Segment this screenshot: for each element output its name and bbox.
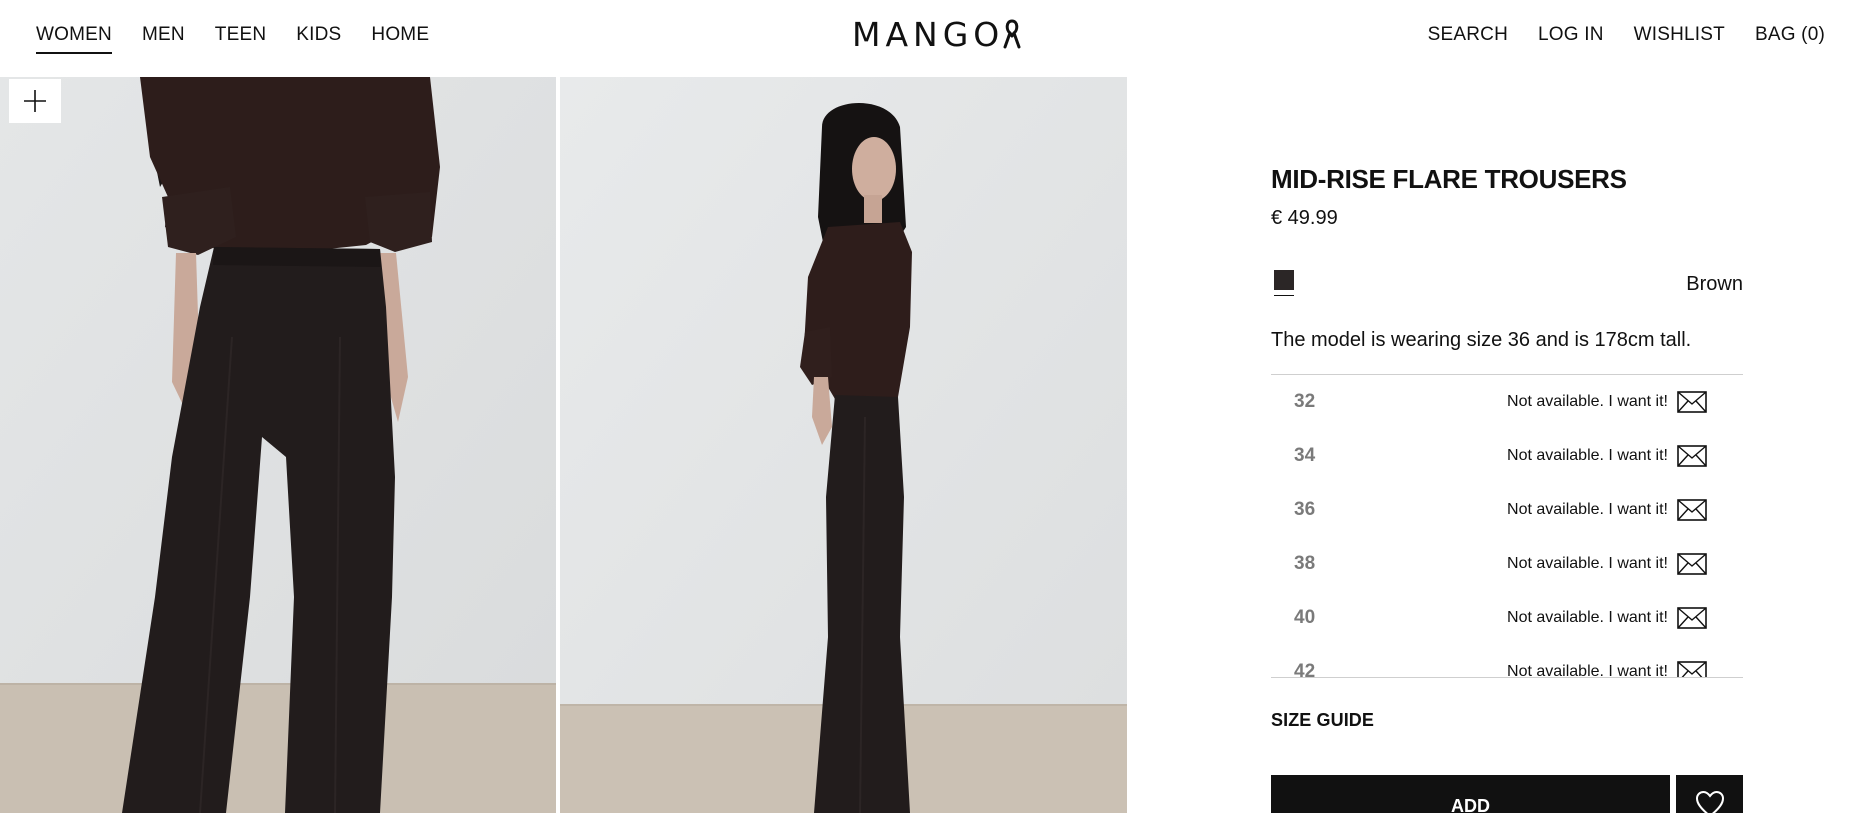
envelope-icon	[1677, 391, 1707, 413]
product-image-side[interactable]	[560, 77, 1127, 813]
ribbon-icon	[1003, 19, 1021, 49]
envelope-icon	[1677, 607, 1707, 629]
add-to-wishlist-button[interactable]	[1676, 775, 1743, 813]
product-title: MID-RISE FLARE TROUSERS	[1271, 164, 1627, 194]
logo-text: MANGO	[852, 14, 1005, 54]
nav-men[interactable]: MEN	[142, 24, 185, 54]
size-availability: Not available. I want it!	[1507, 555, 1668, 572]
product-gallery	[0, 77, 1127, 813]
size-label: 42	[1294, 661, 1316, 678]
bag-link[interactable]: BAG (0)	[1755, 24, 1825, 46]
nav-women[interactable]: WOMEN	[36, 24, 112, 54]
size-option[interactable]: 42 Not available. I want it!	[1271, 645, 1743, 678]
product-image-front[interactable]	[0, 77, 556, 813]
size-availability: Not available. I want it!	[1507, 393, 1668, 410]
heart-icon	[1695, 790, 1724, 813]
size-label: 38	[1294, 553, 1316, 574]
plus-icon	[24, 90, 46, 112]
envelope-icon	[1677, 661, 1707, 677]
size-label: 32	[1294, 391, 1316, 412]
size-availability: Not available. I want it!	[1507, 447, 1668, 464]
size-option[interactable]: 36 Not available. I want it!	[1271, 483, 1743, 537]
size-label: 36	[1294, 499, 1316, 520]
product-price: € 49.99	[1271, 207, 1338, 229]
envelope-icon	[1677, 553, 1707, 575]
size-list[interactable]: 32 Not available. I want it! 34 Not avai…	[1271, 374, 1743, 678]
search-link[interactable]: SEARCH	[1428, 24, 1508, 46]
size-availability: Not available. I want it!	[1507, 501, 1668, 518]
login-link[interactable]: LOG IN	[1538, 24, 1604, 46]
size-availability: Not available. I want it!	[1507, 663, 1668, 678]
site-header: WOMEN MEN TEEN KIDS HOME MANGO SEARCH LO…	[0, 0, 1868, 77]
main-nav: WOMEN MEN TEEN KIDS HOME	[36, 24, 429, 54]
color-name: Brown	[1686, 273, 1743, 295]
size-option[interactable]: 34 Not available. I want it!	[1271, 429, 1743, 483]
size-option[interactable]: 38 Not available. I want it!	[1271, 537, 1743, 591]
nav-teen[interactable]: TEEN	[215, 24, 266, 54]
add-to-bag-button[interactable]: ADD	[1271, 775, 1670, 813]
zoom-button[interactable]	[9, 79, 61, 123]
account-nav: SEARCH LOG IN WISHLIST BAG (0)	[1428, 24, 1825, 46]
model-info: The model is wearing size 36 and is 178c…	[1271, 329, 1692, 351]
size-guide-link[interactable]: SIZE GUIDE	[1271, 710, 1374, 731]
size-availability: Not available. I want it!	[1507, 609, 1668, 626]
size-label: 34	[1294, 445, 1316, 466]
size-option[interactable]: 40 Not available. I want it!	[1271, 591, 1743, 645]
nav-kids[interactable]: KIDS	[296, 24, 341, 54]
wishlist-link[interactable]: WISHLIST	[1634, 24, 1725, 46]
mango-logo[interactable]: MANGO	[852, 16, 1030, 52]
size-label: 40	[1294, 607, 1316, 628]
swatch-selected-indicator	[1274, 295, 1294, 296]
product-panel: MID-RISE FLARE TROUSERS € 49.99 Brown Th…	[1271, 0, 1743, 813]
nav-home[interactable]: HOME	[371, 24, 429, 54]
size-option[interactable]: 32 Not available. I want it!	[1271, 375, 1743, 429]
envelope-icon	[1677, 499, 1707, 521]
envelope-icon	[1677, 445, 1707, 467]
color-swatch-brown[interactable]	[1274, 270, 1294, 290]
